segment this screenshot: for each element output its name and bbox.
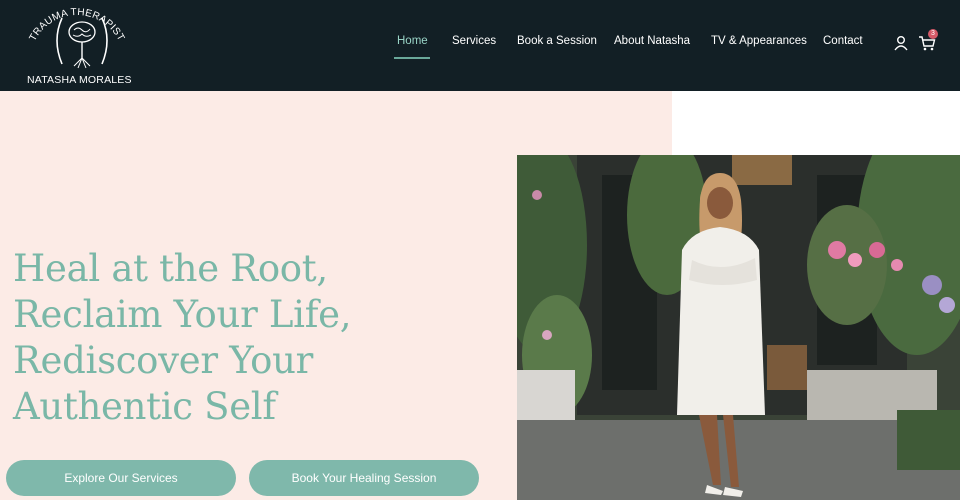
hero-title-line: Heal at the Root, (13, 247, 328, 290)
therapist-portrait-image (517, 155, 960, 500)
hero-title: Heal at the Root, Reclaim Your Life, Red… (13, 246, 493, 430)
brand-name: NATASHA MORALES (27, 74, 132, 86)
site-header: TRAUMA THERAPIST NATASHA MORALES Home Se… (0, 0, 960, 91)
nav-item-book-a-session[interactable]: Book a Session (517, 35, 597, 47)
hero-title-line: Authentic Self (13, 385, 276, 428)
nav-item-home[interactable]: Home (397, 35, 428, 47)
brand-logo[interactable]: TRAUMA THERAPIST NATASHA MORALES (22, 2, 132, 88)
hero-photo (517, 155, 960, 500)
hero-title-line: Reclaim Your Life, (13, 293, 352, 336)
book-healing-session-button[interactable]: Book Your Healing Session (249, 460, 479, 496)
user-icon[interactable] (893, 35, 909, 51)
svg-text:TRAUMA THERAPIST: TRAUMA THERAPIST (28, 7, 127, 43)
logo-arc-text: TRAUMA THERAPIST (28, 7, 127, 43)
nav-item-tv-appearances[interactable]: TV & Appearances (711, 35, 807, 47)
nav-item-contact[interactable]: Contact (823, 35, 863, 47)
nav-item-about-natasha[interactable]: About Natasha (614, 35, 690, 47)
active-nav-indicator (394, 57, 430, 59)
brain-tree-logo-icon: TRAUMA THERAPIST (28, 7, 127, 69)
hero-title-line: Rediscover Your (13, 339, 314, 382)
cart-count-badge: 3 (928, 29, 938, 39)
nav-item-services[interactable]: Services (452, 35, 496, 47)
explore-services-button[interactable]: Explore Our Services (6, 460, 236, 496)
